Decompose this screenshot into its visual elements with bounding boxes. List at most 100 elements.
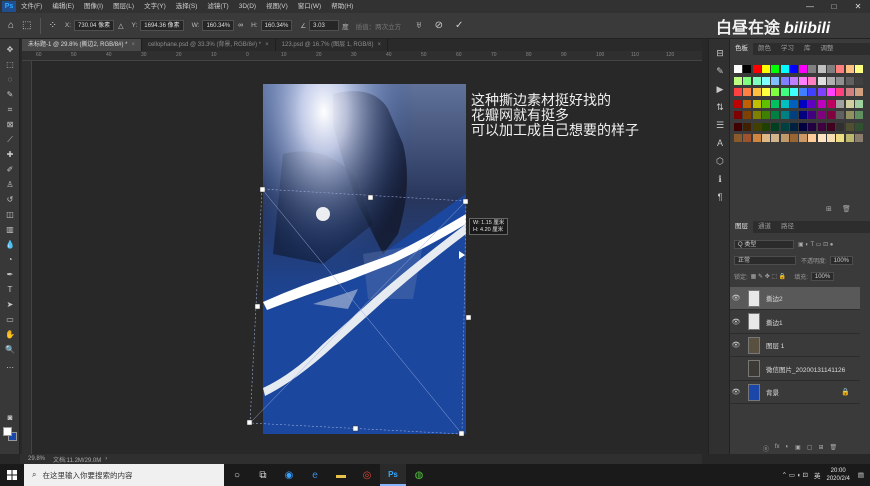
blend-mode-select[interactable]: 正常 [734,255,796,265]
menu-item[interactable]: 帮助(H) [326,0,358,13]
swatches-tab[interactable]: 调整 [816,43,839,55]
minimize-button[interactable]: — [798,0,822,13]
notification-icon[interactable]: ▤ [858,471,864,479]
close-window-button[interactable]: ✕ [846,0,870,13]
color-swatch[interactable] [799,99,808,108]
clone-stamp-tool-icon[interactable]: ♙ [3,178,17,191]
close-tab-icon[interactable]: × [377,42,381,48]
color-swatch[interactable] [761,134,770,142]
color-swatch[interactable] [808,88,817,96]
tray-icons[interactable]: ⌃ ▭ ◖ ⊡ [782,471,808,479]
filter-icons[interactable]: ▣ ◐ T ▭ ⊡ ● [798,241,833,248]
document-tab[interactable]: 123.psd @ 16.7% (图层 1, RGB/8) × [276,39,388,51]
color-swatch[interactable] [771,122,780,131]
status-menu-arrow-icon[interactable]: › [105,456,107,462]
color-swatch[interactable] [799,76,808,85]
color-swatch[interactable] [845,88,854,96]
taskbar-search-box[interactable]: ⌕ 在这里输入你要搜索的内容 [24,464,224,486]
blur-tool-icon[interactable]: 💧 [3,238,17,251]
triangle-icon[interactable]: △ [118,22,123,30]
quick-mask-icon[interactable]: ◙ [3,411,17,424]
color-swatch[interactable] [845,65,854,73]
layer-footer-icon[interactable]: ▣ [795,444,801,454]
browser-360-icon[interactable]: ◉ [276,464,302,486]
color-swatch[interactable] [827,122,835,131]
color-swatch[interactable] [799,122,808,131]
color-swatch[interactable] [827,76,835,85]
color-swatch[interactable] [734,134,742,142]
color-swatch[interactable] [780,76,789,85]
x-input[interactable]: 730.04 像素 [74,20,115,31]
color-swatch[interactable] [743,65,752,73]
color-swatch[interactable] [734,88,742,96]
color-swatch[interactable] [761,111,770,119]
task-view-icon[interactable]: ⧉ [250,464,276,486]
menu-item[interactable]: 图层(L) [108,0,139,13]
color-swatch[interactable] [771,134,780,142]
3d-icon[interactable]: ⬡ [714,155,726,167]
color-swatch[interactable] [836,76,845,85]
color-swatch[interactable] [808,65,817,73]
color-swatch[interactable] [761,88,770,96]
more-tools-icon[interactable]: ⋯ [3,361,17,374]
color-swatch[interactable] [817,111,826,119]
color-swatch[interactable] [845,99,854,108]
y-input[interactable]: 1694.36 像素 [140,20,184,31]
move-tool-icon[interactable]: ✥ [3,43,17,56]
document-tab[interactable]: cellophane.psd @ 33.3% (背景, RGB/8#) * × [142,39,276,51]
color-swatch[interactable] [743,111,752,119]
color-swatch[interactable] [771,88,780,96]
color-swatch[interactable] [743,88,752,96]
color-swatch[interactable] [771,99,780,108]
color-swatch[interactable] [845,76,854,85]
zoom-tool-icon[interactable]: 🔍 [3,343,17,356]
color-swatch[interactable] [789,134,798,142]
type-tool-icon[interactable]: T [3,283,17,296]
color-swatch[interactable] [808,134,817,142]
swatches-tab[interactable]: 色板 [730,43,753,55]
color-swatch[interactable] [752,134,761,142]
color-swatch[interactable] [771,76,780,85]
color-swatch[interactable] [854,122,863,131]
w-input[interactable]: 160.34% [202,20,235,31]
delete-swatch-icon[interactable]: 🗑 [842,205,851,213]
history-icon[interactable]: ⊟ [714,47,726,59]
visibility-eye-icon[interactable]: 👁 [730,318,742,326]
file-explorer-icon[interactable]: ▬ [328,464,354,486]
color-swatch[interactable] [734,122,742,131]
pen-tool-icon[interactable]: ✒ [3,268,17,281]
close-tab-icon[interactable]: × [131,42,135,48]
color-swatch[interactable] [799,111,808,119]
color-swatch[interactable] [808,76,817,85]
crop-tool-icon[interactable]: ⌗ [3,103,17,116]
menu-item[interactable]: 选择(S) [171,0,203,13]
color-swatch[interactable] [799,134,808,142]
menu-item[interactable]: 图像(I) [79,0,108,13]
color-swatch[interactable] [827,111,835,119]
healing-brush-tool-icon[interactable]: ✚ [3,148,17,161]
visibility-eye-icon[interactable]: 👁 [730,341,742,349]
swatches-tab[interactable]: 学习 [776,43,799,55]
photoshop-taskbar-icon[interactable]: Ps [380,464,406,486]
color-swatch[interactable] [780,88,789,96]
color-swatch[interactable] [845,122,854,131]
lasso-tool-icon[interactable]: ◌ [3,73,17,86]
color-swatch[interactable] [743,122,752,131]
netease-music-icon[interactable]: ◎ [354,464,380,486]
lock-icons[interactable]: ▦ ✎ ✥ ⬚ 🔒 [751,273,787,280]
color-swatch[interactable] [789,88,798,96]
gradient-tool-icon[interactable]: ▥ [3,223,17,236]
color-swatch[interactable] [789,122,798,131]
color-swatch[interactable] [827,134,835,142]
character-icon[interactable]: A [714,137,726,149]
color-swatch[interactable] [817,99,826,108]
color-swatch[interactable] [836,122,845,131]
layer-footer-icon[interactable]: ⊞ [819,444,824,454]
cancel-transform-button[interactable]: ⊘ [435,20,443,31]
transform-tool-icon[interactable]: ⬚ [22,20,31,31]
color-swatch[interactable] [799,65,808,73]
layers-tab[interactable]: 路径 [776,221,799,233]
color-swatch[interactable] [789,65,798,73]
color-swatch[interactable] [734,65,742,73]
color-swatch[interactable] [817,122,826,131]
